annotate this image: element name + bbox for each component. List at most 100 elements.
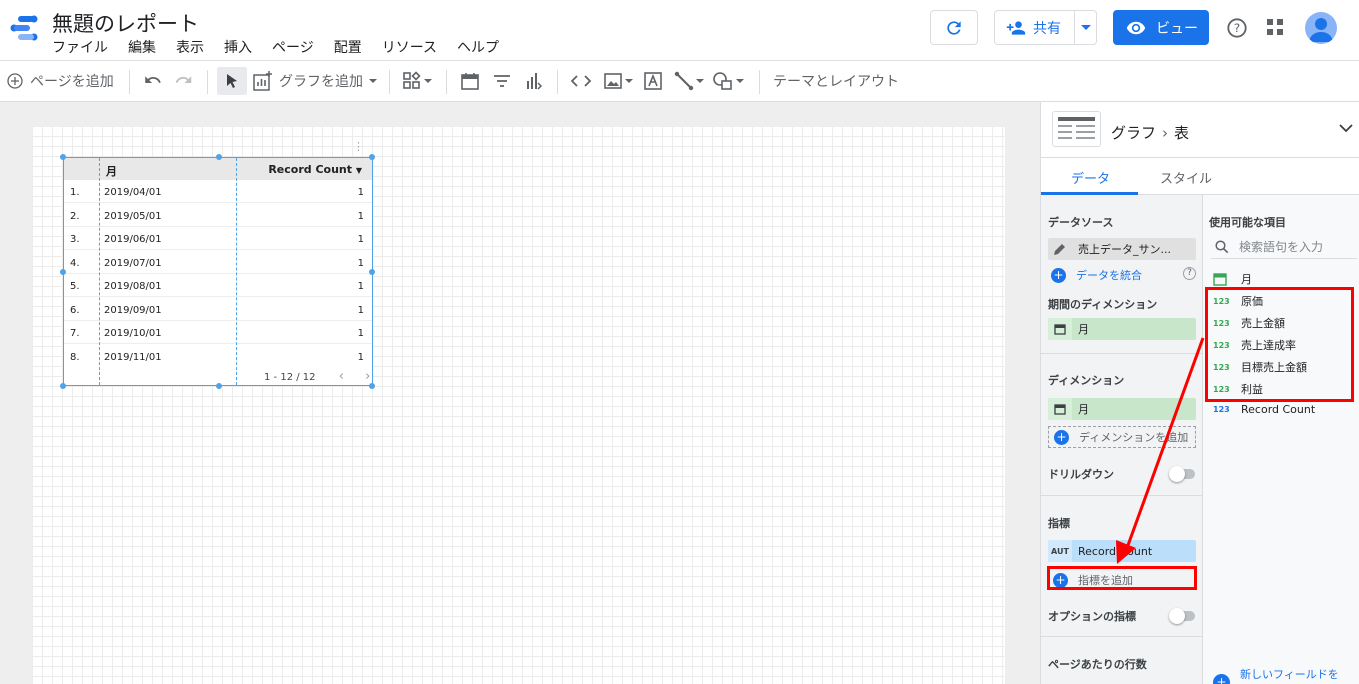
report-title[interactable]: 無題のレポート — [52, 8, 199, 38]
datasource-chip[interactable]: 売上データ_サン... — [1048, 238, 1196, 260]
table-pagination: 1 - 12 / 12 ‹ › — [264, 369, 370, 384]
resize-handle[interactable] — [60, 269, 66, 275]
menu-insert[interactable]: 挿入 — [224, 37, 252, 57]
date-dimension-chip[interactable]: 月 — [1048, 318, 1196, 340]
add-dimension-label: ディメンションを追加 — [1079, 431, 1189, 444]
table-chart-type-icon[interactable] — [1052, 111, 1101, 147]
apps-grid-icon[interactable] — [1266, 18, 1284, 36]
panel-tabs: データ スタイル — [1041, 158, 1359, 195]
menu-arrange[interactable]: 配置 — [334, 37, 362, 57]
date-dimension-value: 月 — [1078, 323, 1089, 336]
add-dimension-button[interactable]: + ディメンションを追加 — [1048, 426, 1196, 448]
menu-bar: ファイル 編集 表示 挿入 ページ 配置 リソース ヘルプ — [52, 37, 519, 57]
menu-file[interactable]: ファイル — [52, 37, 108, 57]
aggregation-type[interactable]: AUT — [1048, 540, 1072, 562]
data-control-button[interactable] — [524, 61, 544, 101]
select-tool-button[interactable] — [217, 67, 247, 95]
caret-down-icon — [1080, 24, 1091, 30]
field-item[interactable]: 月 — [1213, 271, 1252, 287]
filter-control-button[interactable] — [492, 61, 512, 101]
column-guide — [99, 158, 100, 385]
date-range-button[interactable] — [460, 61, 480, 101]
tab-style[interactable]: スタイル — [1160, 168, 1212, 187]
resize-handle[interactable] — [369, 383, 375, 389]
chevron-down-icon[interactable] — [1339, 124, 1353, 133]
metric-chip[interactable]: AUT Record Count — [1048, 540, 1196, 562]
drilldown-toggle[interactable] — [1169, 466, 1195, 482]
row-number: 1. — [70, 187, 80, 198]
row-value: 1 — [357, 328, 364, 339]
column-header-record-count[interactable]: Record Count ▼ — [268, 163, 362, 176]
shape-button[interactable] — [712, 61, 744, 101]
help-icon[interactable]: ? — [1226, 17, 1248, 39]
row-month: 2019/06/01 — [104, 234, 162, 245]
resize-handle[interactable] — [216, 383, 222, 389]
dimension-chip[interactable]: 月 — [1048, 398, 1196, 420]
number-type-icon: 123 — [1213, 405, 1230, 414]
data-config-column: データソース 売上データ_サン... + データを統合 ? 期間のディメンション… — [1041, 195, 1202, 684]
image-button[interactable] — [603, 61, 633, 101]
toolbar-divider — [759, 70, 760, 94]
add-component-button[interactable] — [402, 61, 432, 101]
resize-handle[interactable] — [216, 154, 222, 160]
text-box-icon — [644, 72, 662, 90]
column-header-month[interactable]: 月 — [106, 163, 117, 179]
resize-handle[interactable] — [60, 154, 66, 160]
next-page-icon[interactable]: › — [365, 369, 370, 384]
table-header: 月 Record Count ▼ — [64, 158, 372, 180]
help-icon[interactable]: ? — [1183, 267, 1196, 280]
share-button[interactable]: 共有 — [994, 10, 1097, 45]
text-button[interactable] — [643, 61, 663, 101]
field-search-input[interactable]: 検索語句を入力 — [1211, 235, 1357, 259]
resize-handle[interactable] — [369, 269, 375, 275]
caret-down-icon — [369, 78, 377, 83]
resize-handle[interactable] — [60, 383, 66, 389]
caret-down-icon — [424, 78, 432, 83]
toolbar-divider — [389, 70, 390, 94]
date-dimension-heading: 期間のディメンション — [1048, 298, 1158, 311]
field-item[interactable]: 123 Record Count — [1213, 403, 1315, 416]
datasource-name: 売上データ_サン... — [1078, 243, 1171, 256]
table-chart[interactable]: ⋮ 月 Record Count ▼ 1. 2019/04/01 1 2. 2019/… — [60, 140, 375, 389]
user-avatar[interactable] — [1305, 12, 1337, 44]
undo-button[interactable] — [143, 61, 163, 101]
blend-data-button[interactable]: + データを統合 ? — [1051, 267, 1196, 283]
line-button[interactable] — [674, 61, 704, 101]
data-control-icon — [527, 73, 543, 90]
prev-page-icon[interactable]: ‹ — [339, 369, 344, 384]
drag-handle-icon[interactable]: ⋮ — [353, 140, 364, 153]
optional-metric-toggle[interactable] — [1169, 608, 1195, 624]
tab-data[interactable]: データ — [1071, 168, 1110, 187]
menu-help[interactable]: ヘルプ — [457, 37, 499, 57]
add-page-button[interactable]: ページを追加 — [7, 61, 114, 101]
dimension-heading: ディメンション — [1048, 374, 1125, 387]
theme-layout-button[interactable]: テーマとレイアウト — [773, 61, 899, 101]
refresh-button[interactable] — [930, 10, 978, 45]
create-field-button[interactable]: + 新しいフィールドを作... — [1213, 666, 1359, 684]
blend-data-label: データを統合 — [1076, 269, 1142, 282]
row-value: 1 — [357, 305, 364, 316]
share-dropdown[interactable] — [1074, 11, 1096, 44]
table-row: 1. 2019/04/01 1 — [64, 180, 372, 203]
embed-url-button[interactable] — [570, 61, 592, 101]
menu-resource[interactable]: リソース — [382, 37, 437, 57]
row-value: 1 — [357, 211, 364, 222]
resize-handle[interactable] — [369, 154, 375, 160]
menu-view[interactable]: 表示 — [176, 37, 204, 57]
cursor-icon — [227, 74, 237, 88]
add-chart-button[interactable]: グラフを追加 — [253, 61, 377, 101]
row-month: 2019/04/01 — [104, 187, 162, 198]
pagination-text: 1 - 12 / 12 — [264, 372, 316, 383]
plus-icon: + — [1054, 429, 1069, 445]
calendar-icon — [461, 73, 479, 90]
menu-edit[interactable]: 編集 — [128, 37, 156, 57]
toolbar-divider — [557, 70, 558, 94]
data-studio-logo[interactable] — [8, 12, 40, 44]
view-button[interactable]: ビュー — [1113, 10, 1209, 45]
pencil-icon[interactable] — [1048, 238, 1072, 260]
field-name: Record Count — [1241, 403, 1316, 416]
crumb-chart: グラフ — [1111, 124, 1157, 142]
redo-button[interactable] — [174, 61, 194, 101]
section-divider — [1041, 353, 1202, 354]
menu-page[interactable]: ページ — [272, 37, 314, 57]
